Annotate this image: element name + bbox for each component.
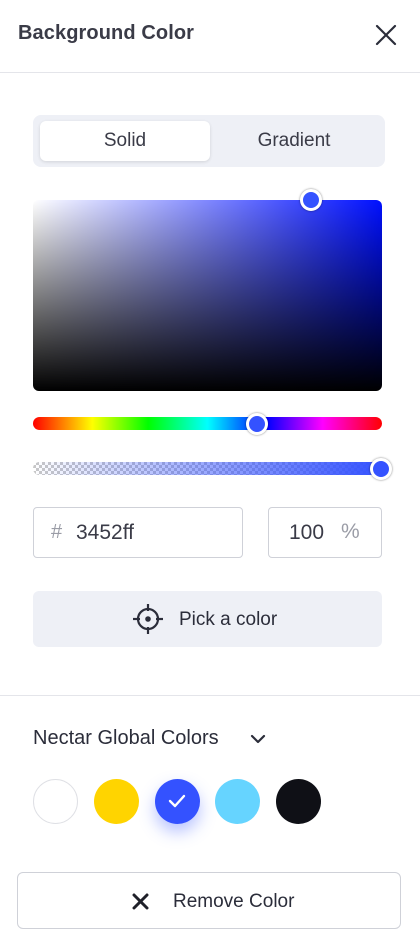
tab-gradient[interactable]: Gradient [209, 121, 379, 161]
close-icon[interactable] [372, 21, 400, 49]
hex-value[interactable]: 3452ff [76, 521, 134, 545]
opacity-unit: % [341, 520, 360, 543]
global-colors-title[interactable]: Nectar Global Colors [33, 727, 219, 750]
alpha-handle[interactable] [370, 458, 392, 480]
x-icon [132, 893, 149, 910]
alpha-slider[interactable] [33, 458, 392, 480]
swatch-yellow[interactable] [94, 779, 139, 824]
saturation-handle[interactable] [300, 189, 322, 211]
color-type-tabs: Solid Gradient [33, 115, 385, 167]
swatch-white[interactable] [33, 779, 78, 824]
chevron-down-icon[interactable] [249, 731, 267, 747]
panel-header: Background Color [0, 0, 420, 73]
hex-prefix: # [51, 521, 63, 543]
pick-color-label: Pick a color [179, 609, 278, 630]
section-divider [0, 695, 420, 696]
saturation-brightness-area[interactable] [33, 189, 382, 391]
hex-input[interactable]: # 3452ff [33, 507, 243, 558]
panel-title: Background Color [18, 22, 195, 44]
opacity-input[interactable]: 100 % [268, 507, 382, 558]
swatch-blue[interactable] [155, 779, 200, 824]
hue-slider[interactable] [33, 413, 382, 435]
pick-color-button[interactable]: Pick a color [33, 591, 382, 647]
remove-color-button[interactable]: Remove Color [17, 872, 401, 929]
remove-color-label: Remove Color [173, 891, 295, 912]
hue-handle[interactable] [246, 413, 268, 435]
tab-solid[interactable]: Solid [40, 121, 210, 161]
opacity-value[interactable]: 100 [289, 521, 324, 545]
crosshair-icon [133, 604, 163, 634]
swatch-black[interactable] [276, 779, 321, 824]
swatch-light-blue[interactable] [215, 779, 260, 824]
alpha-gradient [33, 462, 382, 475]
checkmark-icon [168, 794, 186, 808]
